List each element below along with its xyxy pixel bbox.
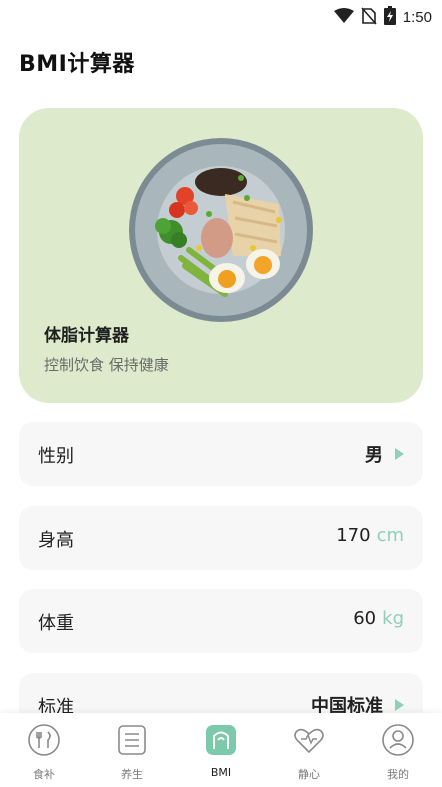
status-bar: 1:50 [0, 0, 442, 32]
tab-food-label: 食补 [33, 768, 55, 781]
height-row[interactable]: 身高 170 cm [19, 506, 423, 570]
user-icon [381, 723, 415, 757]
weight-row[interactable]: 体重 60 kg [19, 589, 423, 653]
page-title: BMI计算器 [19, 52, 135, 77]
hero-card[interactable]: 体脂计算器 控制饮食 保持健康 [19, 108, 423, 403]
tab-health[interactable]: 养生 [102, 723, 162, 787]
weight-unit: kg [382, 608, 404, 629]
weight-label: 体重 [38, 613, 74, 634]
bottom-tab-bar: 食补 养生 BMI 静心 我的 [0, 713, 442, 787]
tab-food[interactable]: 食补 [14, 723, 74, 787]
triangle-right-icon [395, 448, 404, 460]
tab-bmi[interactable]: BMI [191, 723, 251, 787]
cutlery-icon [27, 723, 61, 757]
height-unit: cm [376, 525, 404, 546]
tab-health-label: 养生 [121, 768, 143, 781]
wifi-icon [333, 7, 354, 28]
tab-bmi-label: BMI [210, 766, 232, 779]
hero-subtitle: 控制饮食 保持健康 [44, 356, 169, 374]
gender-selector[interactable]: 男 [365, 441, 404, 467]
height-value: 170 [336, 525, 371, 546]
weight-input[interactable]: 60 kg [353, 608, 404, 629]
tab-calm-label: 静心 [298, 768, 320, 781]
battery-charging-icon [383, 6, 396, 29]
height-label: 身高 [38, 530, 74, 551]
tab-profile-label: 我的 [387, 768, 409, 781]
status-time: 1:50 [402, 9, 432, 26]
triangle-right-icon [395, 699, 404, 711]
list-icon [115, 723, 149, 757]
tab-calm[interactable]: 静心 [279, 723, 339, 787]
hero-title: 体脂计算器 [44, 326, 129, 346]
height-input[interactable]: 170 cm [336, 525, 404, 546]
gender-value: 男 [365, 445, 383, 466]
heart-icon [292, 723, 326, 757]
gender-label: 性别 [38, 446, 74, 467]
tab-profile[interactable]: 我的 [368, 723, 428, 787]
food-plate-image [129, 138, 313, 322]
scale-icon [204, 723, 238, 757]
gender-row[interactable]: 性别 男 [19, 422, 423, 486]
no-sim-icon [361, 6, 377, 29]
status-icons: 1:50 [333, 6, 432, 29]
weight-value: 60 [353, 608, 377, 629]
